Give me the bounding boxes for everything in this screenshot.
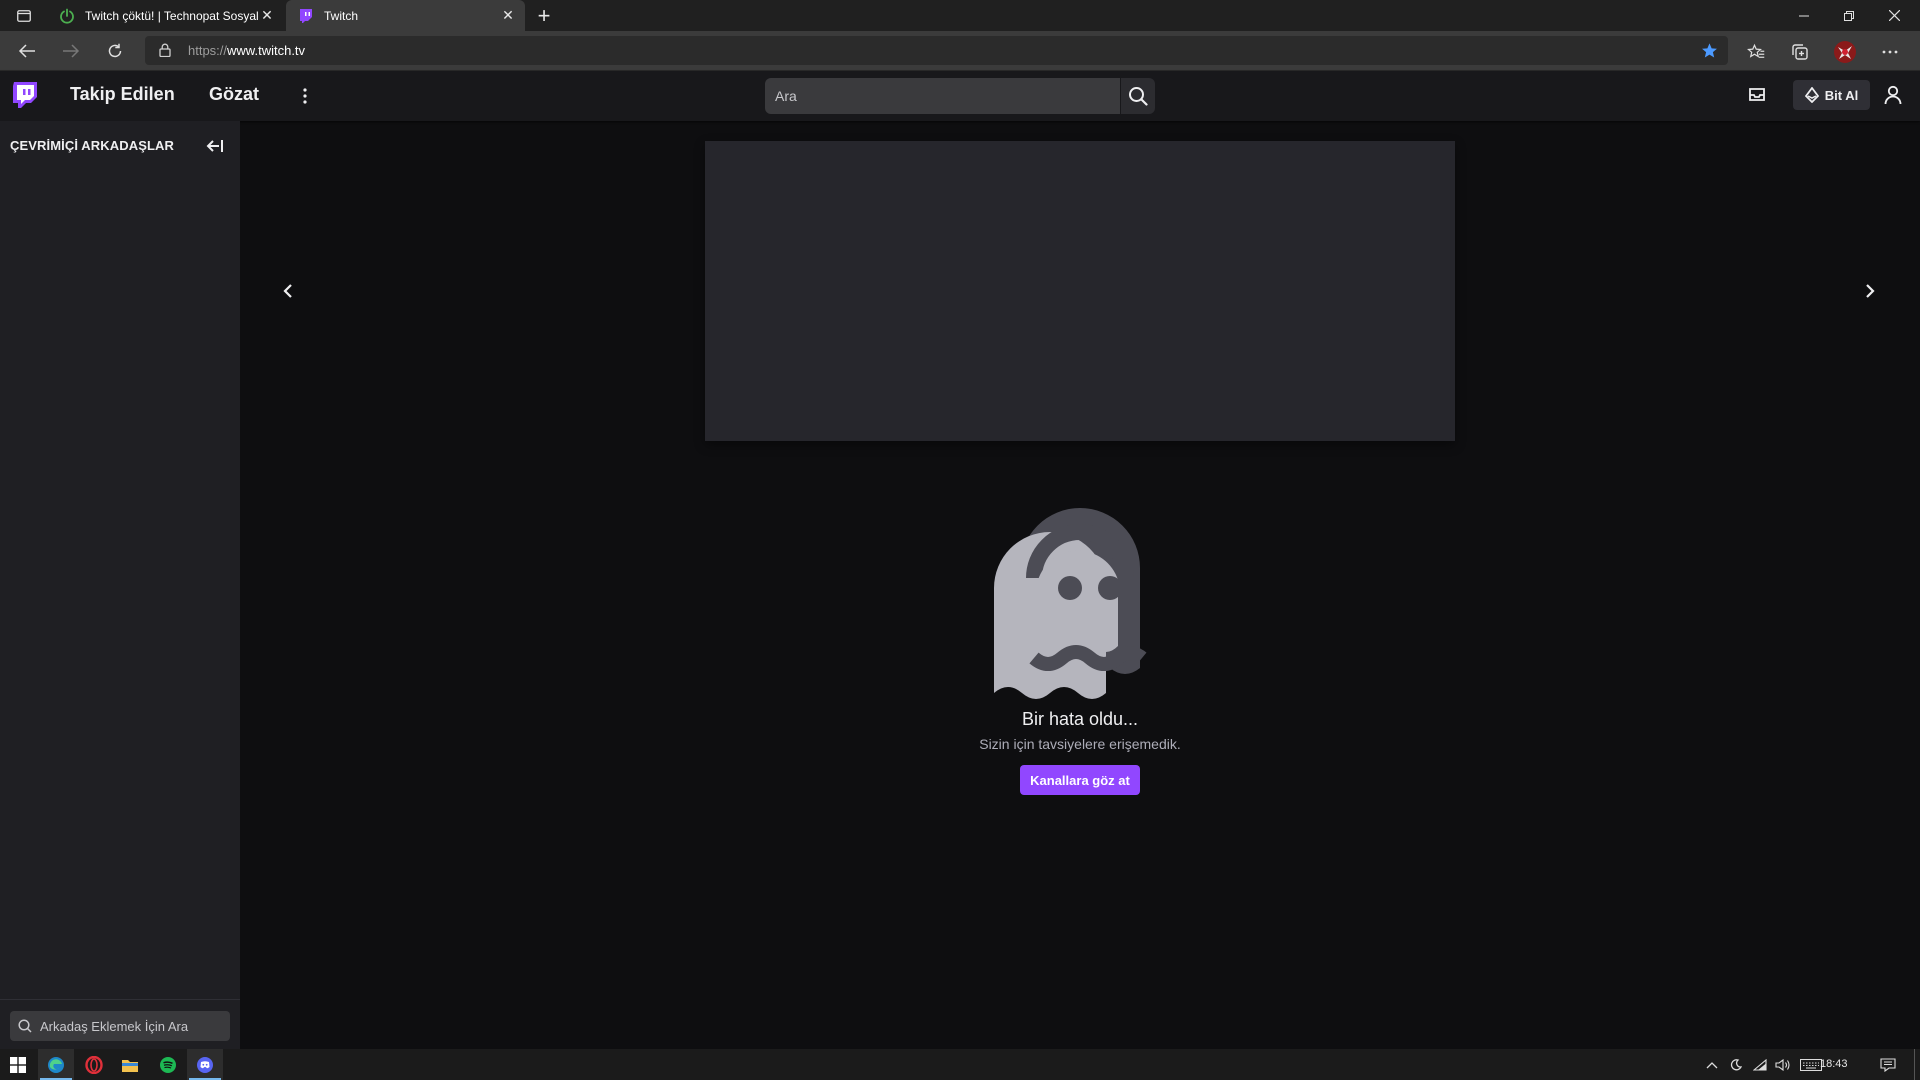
tab-title: Twitch <box>324 8 359 23</box>
favorite-star-icon[interactable] <box>1701 42 1718 59</box>
tab-twitch[interactable]: Twitch ✕ <box>286 0 525 31</box>
minimize-icon[interactable] <box>1782 0 1826 31</box>
friends-sidebar: ÇEVRİMİÇİ ARKADAŞLAR <box>0 121 240 1049</box>
collections-icon[interactable] <box>1789 41 1811 63</box>
inbox-icon[interactable] <box>1748 85 1766 103</box>
edge-browser-icon[interactable] <box>38 1049 74 1080</box>
spotify-icon[interactable] <box>150 1049 186 1080</box>
opera-browser-icon[interactable] <box>76 1049 112 1080</box>
favorites-icon[interactable] <box>1745 41 1767 63</box>
file-explorer-icon[interactable] <box>112 1049 148 1080</box>
collapse-sidebar-icon[interactable] <box>204 136 226 156</box>
error-subtitle: Sizin için tavsiyelere erişemedik. <box>979 736 1181 752</box>
taskbar-clock[interactable]: 18:43 <box>1820 1058 1848 1070</box>
featured-carousel-card[interactable] <box>705 141 1455 441</box>
friend-search <box>10 1011 230 1041</box>
carousel-next-icon[interactable] <box>1858 279 1882 303</box>
close-window-icon[interactable] <box>1872 0 1916 31</box>
sidebar-heading: ÇEVRİMİÇİ ARKADAŞLAR <box>10 138 175 153</box>
error-title: Bir hata oldu... <box>1021 709 1139 729</box>
profile-avatar[interactable] <box>1834 41 1856 63</box>
url-text: https://www.twitch.tv <box>188 43 306 58</box>
twitch-search <box>765 78 1155 114</box>
network-icon[interactable] <box>1750 1049 1770 1080</box>
nav-following[interactable]: Takip Edilen <box>70 84 175 105</box>
refresh-icon[interactable] <box>101 37 129 65</box>
carousel-prev-icon[interactable] <box>276 279 300 303</box>
new-tab-icon[interactable]: + <box>532 3 556 28</box>
search-button[interactable] <box>1121 78 1155 114</box>
search-icon <box>1129 87 1148 106</box>
search-input[interactable] <box>765 78 1120 114</box>
moon-icon[interactable] <box>1726 1049 1746 1080</box>
ghost-error-illustration <box>994 508 1147 699</box>
twitch-favicon-icon <box>300 8 312 23</box>
volume-icon[interactable] <box>1772 1049 1794 1080</box>
show-hidden-icons-icon[interactable] <box>1702 1049 1722 1080</box>
browser-tab-strip: Twitch çöktü! | Technopat Sosyal ✕ Twitc… <box>0 0 1920 31</box>
close-icon[interactable]: ✕ <box>258 7 276 25</box>
notifications-icon[interactable] <box>1874 1049 1902 1080</box>
windows-start-icon[interactable] <box>0 1049 36 1080</box>
nav-browse[interactable]: Gözat <box>209 84 259 105</box>
lock-icon <box>159 43 171 57</box>
bits-diamond-icon <box>1804 87 1819 103</box>
show-desktop-button[interactable] <box>1914 1049 1915 1080</box>
search-icon <box>18 1019 32 1033</box>
back-arrow-icon[interactable] <box>13 37 41 65</box>
tab-technopat[interactable]: Twitch çöktü! | Technopat Sosyal ✕ <box>47 0 284 31</box>
address-bar[interactable]: https://www.twitch.tv <box>145 36 1728 65</box>
sidebar-divider <box>0 999 240 1000</box>
browse-channels-button[interactable]: Kanallara göz at <box>1020 765 1140 795</box>
twitch-top-nav: Takip Edilen Gözat Bit Al <box>0 71 1920 121</box>
discord-icon[interactable] <box>187 1049 223 1080</box>
power-icon <box>60 8 74 24</box>
close-icon[interactable]: ✕ <box>499 7 517 25</box>
get-bits-label: Bit Al <box>1824 87 1859 103</box>
tab-actions-icon[interactable] <box>12 6 36 26</box>
get-bits-button[interactable]: Bit Al <box>1793 80 1870 110</box>
forward-arrow-icon[interactable] <box>57 37 85 65</box>
tab-title: Twitch çöktü! | Technopat Sosyal <box>85 8 258 23</box>
user-icon[interactable] <box>1884 85 1902 105</box>
browser-toolbar: https://www.twitch.tv <box>0 31 1920 71</box>
friend-search-input[interactable] <box>40 1011 225 1041</box>
more-vertical-icon[interactable] <box>296 85 314 107</box>
more-options-icon[interactable] <box>1879 41 1901 63</box>
windows-taskbar: 18:43 <box>0 1049 1920 1080</box>
restore-icon[interactable] <box>1827 0 1871 31</box>
twitch-logo-icon[interactable] <box>12 82 38 110</box>
